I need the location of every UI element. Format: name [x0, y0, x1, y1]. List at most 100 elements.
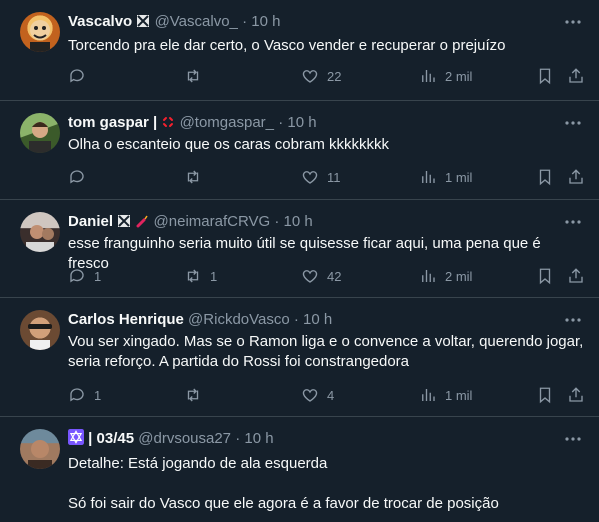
retweet-button[interactable] [184, 383, 210, 407]
heart-icon [302, 70, 318, 83]
timestamp[interactable]: 10 h [303, 311, 332, 328]
more-dots-icon[interactable] [563, 429, 583, 449]
like-count: 11 [327, 169, 341, 185]
user-handle[interactable]: @Vascalvo_ [155, 13, 238, 30]
view-count: 2 mil [445, 68, 473, 84]
display-name[interactable]: tom gaspar | [68, 114, 157, 131]
avatar-photo [28, 324, 52, 350]
separator-dot: · [274, 213, 280, 230]
bookmark-icon [539, 169, 551, 186]
avatar-illustration [30, 20, 50, 52]
retweet-button[interactable] [184, 64, 210, 88]
share-button[interactable] [567, 64, 585, 88]
reply-button[interactable] [68, 165, 94, 189]
action-bar: 11 1 mil [60, 165, 599, 189]
share-icon [569, 268, 583, 283]
separator-dot: · [278, 114, 284, 131]
display-name[interactable]: Daniel [68, 213, 113, 230]
like-button[interactable]: 11 [301, 165, 341, 189]
more-dots-icon[interactable] [563, 212, 583, 232]
reply-tweet[interactable]: | 03/45 @drvsousa27 · 10 h Detalhe: Está… [0, 417, 599, 522]
timestamp[interactable]: 10 h [244, 430, 273, 447]
views-button[interactable]: 1 mil [419, 383, 472, 407]
user-handle[interactable]: @RickdoVasco [188, 311, 290, 328]
reply-tweet[interactable]: Daniel @neimarafCRVG · 10 h esse frangui… [0, 200, 599, 298]
display-name[interactable]: | 03/45 [88, 430, 134, 447]
user-handle[interactable]: @neimarafCRVG [154, 213, 271, 230]
timestamp[interactable]: 10 h [251, 13, 280, 30]
user-handle[interactable]: @tomgaspar_ [180, 114, 274, 131]
views-button[interactable]: 1 mil [419, 165, 472, 189]
heart-icon [302, 171, 318, 184]
more-dots-icon[interactable] [563, 12, 583, 32]
tweet-text: Detalhe: Está jogando de ala esquerda Só… [68, 454, 585, 514]
timestamp[interactable]: 10 h [287, 114, 316, 131]
display-name[interactable]: Carlos Henrique [68, 311, 184, 328]
bookmark-button[interactable] [536, 264, 554, 288]
tweet-text: Torcendo pra ele dar certo, o Vasco vend… [68, 36, 585, 56]
view-count: 1 mil [445, 169, 473, 185]
bookmark-button[interactable] [536, 64, 554, 88]
avatar[interactable] [20, 212, 60, 252]
tweet-text-line: Olha o escanteio que os caras cobram kkk… [68, 136, 389, 153]
tweet-text-line: Só foi sair do Vasco que ele agora é a f… [68, 495, 499, 512]
share-button[interactable] [567, 264, 585, 288]
reply-tweet[interactable]: Carlos Henrique @RickdoVasco · 10 h Vou … [0, 298, 599, 417]
views-icon [422, 70, 435, 82]
share-button[interactable] [567, 165, 585, 189]
tweet-text-line: Vou ser xingado. Mas se o Ramon liga e o… [68, 333, 584, 350]
avatar[interactable] [20, 310, 60, 350]
separator-dot: · [242, 13, 248, 30]
reply-tweet[interactable]: Vascalvo @Vascalvo_ · 10 h Torcendo pra … [0, 0, 599, 101]
reply-button[interactable]: 1 [68, 383, 101, 407]
views-icon [422, 389, 435, 401]
ornament-icon [137, 15, 150, 27]
share-button[interactable] [567, 383, 585, 407]
retweet-button[interactable] [184, 165, 210, 189]
bookmark-button[interactable] [536, 383, 554, 407]
like-count: 42 [327, 268, 342, 284]
tweet-text-line: seria reforço. A partida do Rossi foi co… [68, 353, 410, 370]
timestamp[interactable]: 10 h [284, 213, 313, 230]
display-name[interactable]: Vascalvo [68, 13, 132, 30]
bookmark-icon [539, 68, 551, 85]
reply-tweet[interactable]: tom gaspar | @tomgaspar_ · 10 h Olha o e… [0, 101, 599, 200]
avatar-photo [26, 225, 54, 252]
like-count: 22 [327, 68, 342, 84]
views-icon [422, 171, 435, 183]
reply-button[interactable] [68, 64, 94, 88]
tweet-header: Carlos Henrique @RickdoVasco · 10 h [68, 310, 559, 330]
reply-icon [70, 269, 84, 283]
action-bar: 1 1 42 2 mil [60, 264, 599, 288]
retweet-icon [187, 388, 199, 402]
more-dots-icon[interactable] [563, 310, 583, 330]
views-button[interactable]: 2 mil [419, 64, 472, 88]
tweet-header: Vascalvo @Vascalvo_ · 10 h [68, 12, 559, 32]
retweet-icon [187, 69, 199, 83]
view-count: 1 mil [445, 387, 473, 403]
avatar[interactable] [20, 113, 60, 153]
action-bar: 1 4 1 mil [60, 383, 599, 407]
reply-count: 1 [94, 387, 102, 403]
user-handle[interactable]: @drvsousa27 [138, 430, 231, 447]
retweet-icon [187, 170, 199, 184]
tweet-text: Vou ser xingado. Mas se o Ramon liga e o… [68, 332, 585, 372]
avatar[interactable] [20, 429, 60, 469]
reply-button[interactable]: 1 [68, 264, 101, 288]
like-button[interactable]: 22 [301, 64, 341, 88]
retweet-button[interactable]: 1 [184, 264, 217, 288]
avatar[interactable] [20, 12, 60, 52]
more-dots-icon[interactable] [563, 113, 583, 133]
tweet-header: Daniel @neimarafCRVG · 10 h [68, 212, 559, 232]
tweet-header: | 03/45 @drvsousa27 · 10 h [68, 429, 559, 449]
tweet-header: tom gaspar | @tomgaspar_ · 10 h [68, 113, 559, 133]
tweet-text-line: Detalhe: Está jogando de ala esquerda [68, 455, 328, 472]
action-bar: 22 2 mil [60, 64, 599, 88]
views-button[interactable]: 2 mil [419, 264, 472, 288]
bookmark-icon [539, 387, 551, 404]
separator-dot: · [235, 430, 241, 447]
like-button[interactable]: 4 [301, 383, 334, 407]
heart-icon [302, 270, 318, 283]
bookmark-button[interactable] [536, 165, 554, 189]
like-button[interactable]: 42 [301, 264, 341, 288]
